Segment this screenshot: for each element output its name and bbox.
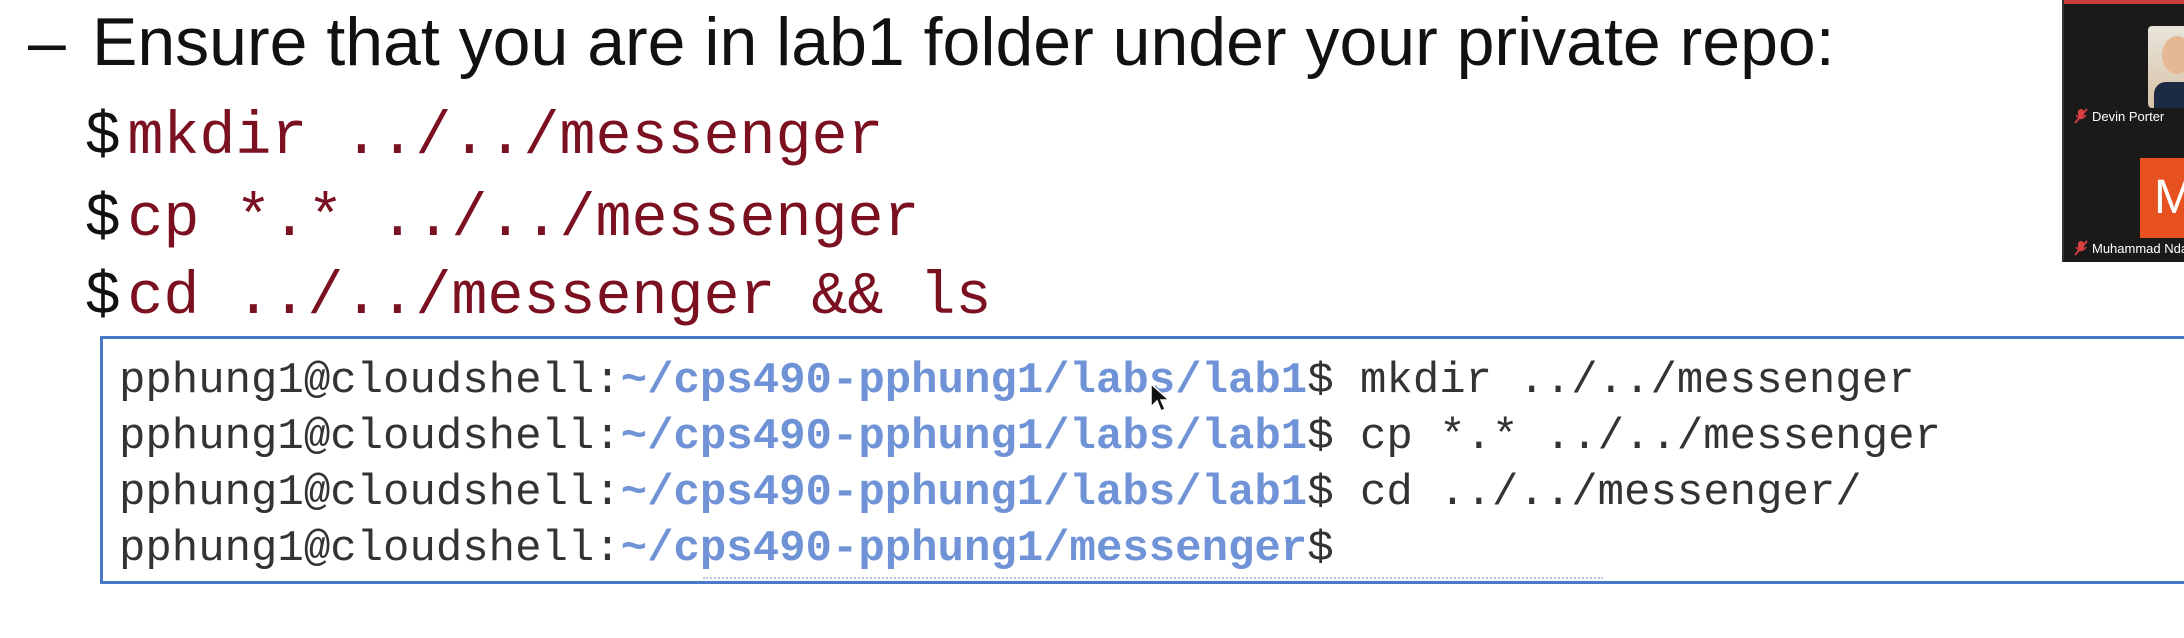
video-participants-panel: Devin Porter M Muhammad Nda [2062,0,2184,262]
terminal-screenshot: pphung1@cloudshell:~/cps490-pphung1/labs… [100,336,2184,584]
command-code: cp *.* ../../messenger [127,186,920,254]
participant-tile[interactable]: M Muhammad Nda [2070,138,2184,262]
terminal-cutoff-line [703,577,1603,581]
terminal-user: pphung1@cloudshell: [119,412,621,462]
terminal-line: pphung1@cloudshell:~/cps490-pphung1/labs… [119,409,1941,465]
terminal-path: ~/cps490-pphung1/labs/lab1 [620,468,1308,518]
bullet-text: Ensure that you are in lab1 folder under… [92,4,1835,80]
command-prompt: $ [86,181,120,248]
muted-mic-icon [2074,108,2088,124]
participant-tile[interactable]: Devin Porter [2070,0,2184,130]
terminal-user: pphung1@cloudshell: [119,356,621,406]
command-code: cd ../../messenger && ls [127,264,992,332]
terminal-line: pphung1@cloudshell:~/cps490-pphung1/labs… [119,465,1862,521]
terminal-line: pphung1@cloudshell:~/cps490-pphung1/labs… [119,353,1915,409]
command-code: mkdir ../../messenger [127,104,884,172]
command-prompt: $ [86,259,120,326]
muted-mic-icon [2074,240,2088,256]
command-line-3: $ cd ../../messenger && ls [86,258,992,333]
participant-name: Devin Porter [2092,109,2165,124]
terminal-path: ~/cps490-pphung1/labs/lab1 [620,412,1308,462]
terminal-command: $ [1307,524,1334,574]
terminal-user: pphung1@cloudshell: [119,524,621,574]
participant-name: Muhammad Nda [2092,241,2184,256]
participant-avatar: M [2140,158,2184,238]
bullet-instruction: – Ensure that you are in lab1 folder unde… [28,2,1835,82]
terminal-user: pphung1@cloudshell: [119,468,621,518]
participant-video [2148,26,2184,108]
terminal-command: $ cp *.* ../../messenger [1307,412,1941,462]
command-line-1: $ mkdir ../../messenger [86,98,884,173]
terminal-path: ~/cps490-pphung1/messenger [620,524,1308,574]
terminal-line: pphung1@cloudshell:~/cps490-pphung1/mess… [119,521,1334,577]
command-line-2: $ cp *.* ../../messenger [86,180,920,255]
terminal-command: $ cd ../../messenger/ [1307,468,1862,518]
command-prompt: $ [86,99,120,166]
terminal-command: $ mkdir ../../messenger [1307,356,1915,406]
bullet-dash: – [28,4,66,80]
mouse-cursor-icon [1150,382,1171,413]
terminal-path: ~/cps490-pphung1/labs/lab1 [620,356,1308,406]
